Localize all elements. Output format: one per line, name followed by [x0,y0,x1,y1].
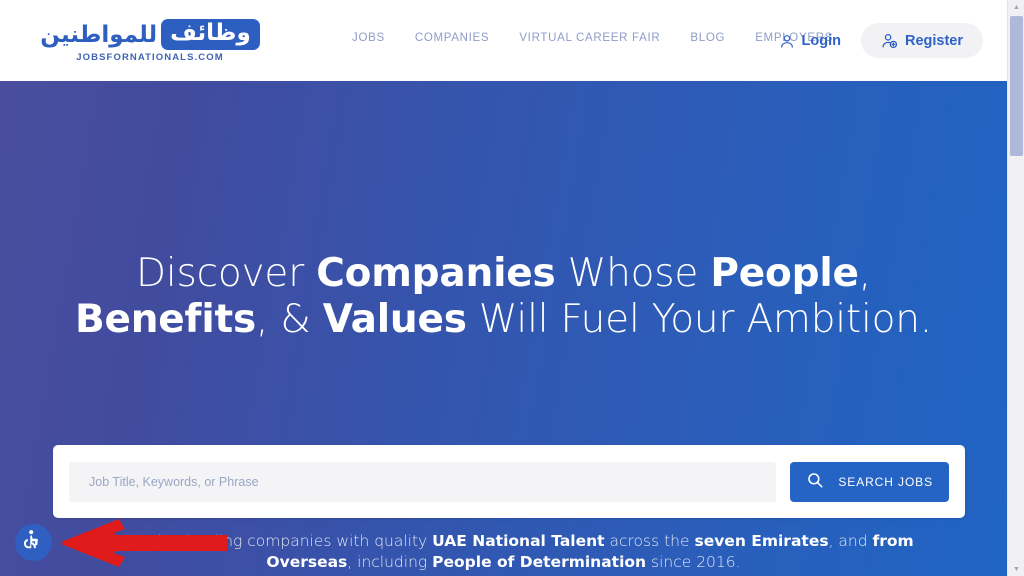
vertical-scrollbar[interactable]: ▲ ▼ [1007,0,1024,576]
nav-item-virtual-career-fair[interactable]: VIRTUAL CAREER FAIR [519,32,660,44]
headline-part-5: Will Fuel Your Ambition. [466,297,933,342]
login-button[interactable]: Login [767,24,853,58]
hero-section: Discover Companies Whose People, Benefits… [0,81,1007,576]
headline-bold-benefits: Benefits [74,297,256,342]
login-label: Login [801,32,841,49]
page-root: وظائف للمواطنين JOBSFORNATIONALS.COM JOB… [0,0,1024,576]
scroll-down-arrow-icon[interactable]: ▼ [1008,562,1024,576]
nav-item-jobs[interactable]: JOBS [352,32,385,44]
search-input[interactable] [69,461,777,502]
register-label: Register [904,32,963,49]
search-jobs-label: SEARCH JOBS [838,474,933,489]
logo-arabic-row: وظائف للمواطنين [40,19,260,50]
accessibility-button[interactable] [15,524,52,561]
subtitle-part-3: , and [828,532,873,550]
headline-bold-values: Values [322,297,467,342]
headline-bold-companies: Companies [316,251,556,296]
browser-viewport: وظائف للمواطنين JOBSFORNATIONALS.COM JOB… [0,0,1007,576]
headline-part-2: Whose [555,251,711,296]
subtitle-part-2: across the [604,532,695,550]
hero-subtitle: Connecting leading companies with qualit… [0,531,1007,573]
subtitle-part-5: since 2016. [646,553,741,571]
job-search-card: SEARCH JOBS [53,445,965,518]
nav-item-blog[interactable]: BLOG [690,32,725,44]
headline-part-3: , [858,251,871,296]
scrollbar-thumb[interactable] [1010,16,1023,156]
logo-word-text: للمواطنين [40,21,158,48]
scroll-up-arrow-icon[interactable]: ▲ [1008,0,1024,14]
user-plus-icon [881,32,898,49]
main-navigation: JOBS COMPANIES VIRTUAL CAREER FAIR BLOG … [352,32,833,44]
search-jobs-button[interactable]: SEARCH JOBS [790,461,949,502]
subtitle-part-1: Connecting leading companies with qualit… [93,532,433,550]
register-button[interactable]: Register [860,23,983,58]
site-logo[interactable]: وظائف للمواطنين JOBSFORNATIONALS.COM [40,16,260,66]
user-icon [779,33,795,49]
headline-bold-people: People [710,251,859,296]
hero-headline: Discover Companies Whose People, Benefits… [0,251,1007,343]
subtitle-bold-determination: People of Determination [432,553,647,571]
subtitle-part-4: , including [347,553,433,571]
headline-part-1: Discover [136,251,317,296]
nav-item-companies[interactable]: COMPANIES [415,32,489,44]
accessibility-wheelchair-icon [22,529,45,557]
subtitle-bold-seven-emirates: seven Emirates [694,532,829,550]
headline-part-4: , & [255,297,323,342]
auth-area: Login Register [767,23,983,58]
search-icon [806,471,824,492]
logo-badge-text: وظائف [161,19,260,50]
subtitle-bold-uae-talent: UAE National Talent [432,532,605,550]
site-header: وظائف للمواطنين JOBSFORNATIONALS.COM JOB… [0,0,1007,81]
logo-tagline: JOBSFORNATIONALS.COM [76,51,224,63]
